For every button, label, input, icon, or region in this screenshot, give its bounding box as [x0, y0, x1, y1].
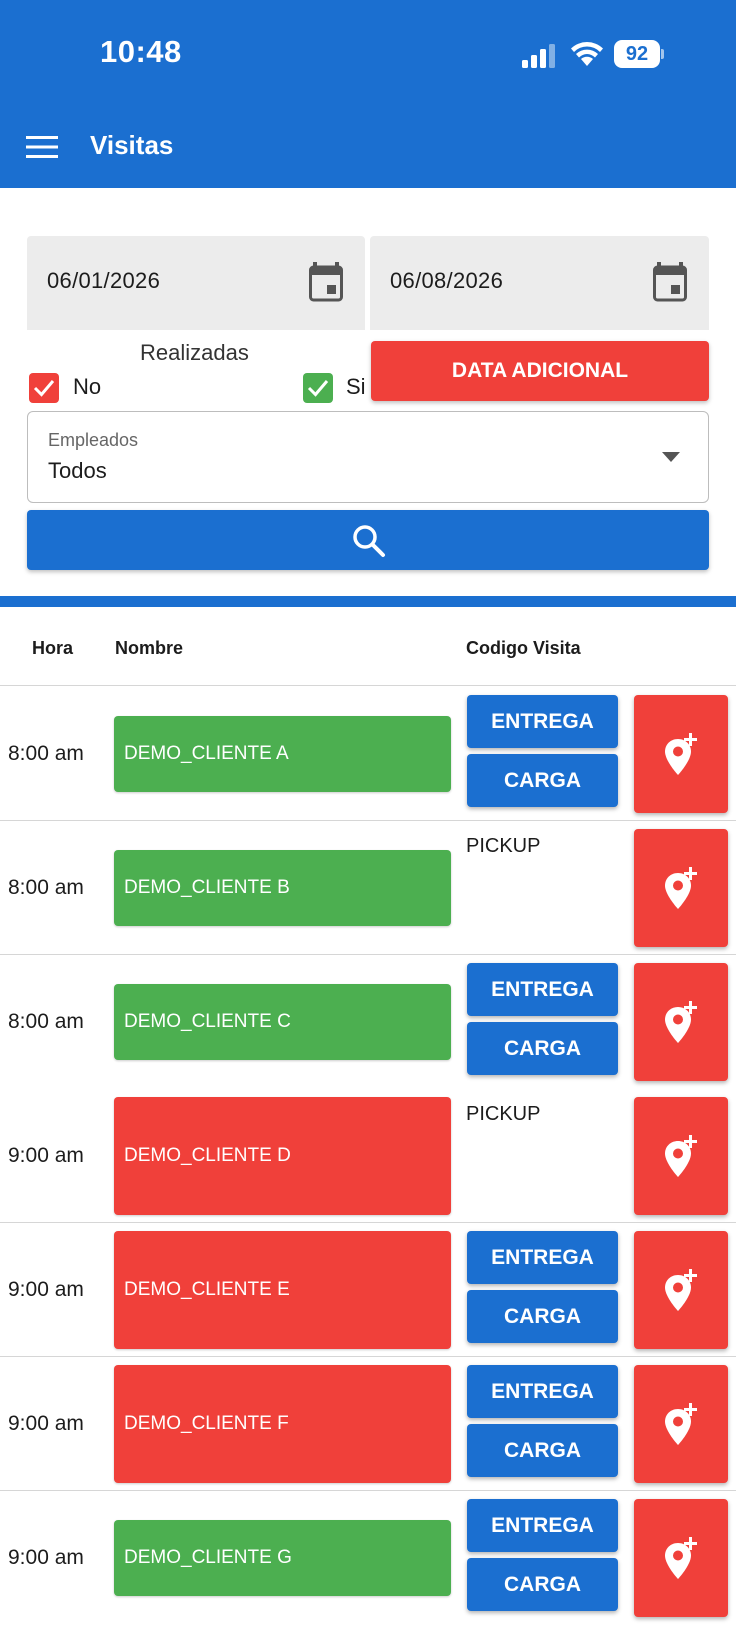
table-row: 9:00 am DEMO_CLIENTE F ENTREGA CARGA	[0, 1357, 736, 1491]
entrega-button[interactable]: ENTREGA	[467, 963, 618, 1016]
check-icon	[307, 380, 329, 397]
add-location-icon	[665, 1537, 697, 1579]
hamburger-menu-icon[interactable]	[26, 135, 58, 159]
row-cliente-button[interactable]: DEMO_CLIENTE C	[114, 984, 451, 1060]
add-location-button[interactable]	[634, 963, 728, 1081]
row-cliente-button[interactable]: DEMO_CLIENTE D	[114, 1097, 451, 1215]
add-location-button[interactable]	[634, 829, 728, 947]
add-location-button[interactable]	[634, 1231, 728, 1349]
table-row: 8:00 am DEMO_CLIENTE A ENTREGA CARGA	[0, 687, 736, 821]
status-time: 10:48	[100, 34, 182, 69]
row-hora: 8:00 am	[8, 742, 84, 765]
page-title: Visitas	[90, 130, 174, 160]
pickup-code: PICKUP	[466, 835, 541, 857]
battery-icon: 92	[614, 40, 664, 68]
add-location-icon	[665, 1269, 697, 1311]
column-header-nombre: Nombre	[115, 638, 184, 658]
start-date-field[interactable]: 06/01/2026	[27, 236, 365, 330]
column-header-codigo: Codigo Visita	[466, 638, 581, 658]
wifi-icon	[571, 42, 603, 66]
carga-button[interactable]: CARGA	[467, 1424, 618, 1477]
checkbox-si-label: Si	[346, 374, 366, 399]
checkbox-no-label: No	[73, 374, 102, 399]
calendar-icon[interactable]	[309, 262, 343, 302]
search-icon	[353, 525, 385, 557]
add-location-button[interactable]	[634, 1365, 728, 1483]
carga-button[interactable]: CARGA	[467, 1022, 618, 1075]
entrega-button[interactable]: ENTREGA	[467, 1365, 618, 1418]
table-row: 9:00 am DEMO_CLIENTE G ENTREGA CARGA	[0, 1491, 736, 1625]
row-hora: 8:00 am	[8, 876, 84, 899]
table-row: 9:00 am DEMO_CLIENTE D PICKUP	[0, 1089, 736, 1223]
checkbox-no[interactable]	[29, 373, 59, 403]
row-cliente-button[interactable]: DEMO_CLIENTE G	[114, 1520, 451, 1596]
row-hora: 9:00 am	[8, 1546, 84, 1569]
table-header: Hora Nombre Codigo Visita	[0, 608, 736, 686]
row-hora: 9:00 am	[8, 1278, 84, 1301]
pickup-code: PICKUP	[466, 1103, 541, 1125]
cellular-signal-icon	[522, 44, 555, 68]
row-hora: 9:00 am	[8, 1412, 84, 1435]
entrega-button[interactable]: ENTREGA	[467, 1231, 618, 1284]
carga-button[interactable]: CARGA	[467, 1290, 618, 1343]
table-row: 8:00 am DEMO_CLIENTE C ENTREGA CARGA	[0, 955, 736, 1089]
start-date-value: 06/01/2026	[47, 268, 161, 293]
carga-button[interactable]: CARGA	[467, 754, 618, 807]
add-location-button[interactable]	[634, 1097, 728, 1215]
battery-tip	[661, 49, 664, 59]
table-row: 9:00 am DEMO_CLIENTE E ENTREGA CARGA	[0, 1223, 736, 1357]
empleados-value: Todos	[48, 458, 107, 483]
section-divider	[0, 596, 736, 607]
add-location-icon	[665, 867, 697, 909]
end-date-value: 06/08/2026	[390, 268, 504, 293]
table-row: 8:00 am DEMO_CLIENTE B PICKUP	[0, 821, 736, 955]
column-header-hora: Hora	[32, 638, 74, 658]
app-bar: 10:48 92 Visitas	[0, 0, 736, 188]
row-cliente-button[interactable]: DEMO_CLIENTE E	[114, 1231, 451, 1349]
entrega-button[interactable]: ENTREGA	[467, 695, 618, 748]
carga-button[interactable]: CARGA	[467, 1558, 618, 1611]
row-cliente-button[interactable]: DEMO_CLIENTE B	[114, 850, 451, 926]
check-icon	[33, 380, 55, 397]
add-location-icon	[665, 1135, 697, 1177]
end-date-field[interactable]: 06/08/2026	[370, 236, 709, 330]
checkbox-si[interactable]	[303, 373, 333, 403]
row-hora: 9:00 am	[8, 1144, 84, 1167]
add-location-icon	[665, 1403, 697, 1445]
realizadas-label: Realizadas	[140, 340, 249, 365]
row-hora: 8:00 am	[8, 1010, 84, 1033]
search-button[interactable]	[27, 510, 709, 570]
dropdown-arrow-icon	[662, 452, 680, 462]
empleados-label: Empleados	[48, 430, 139, 450]
add-location-icon	[665, 1001, 697, 1043]
battery-level: 92	[614, 40, 660, 68]
data-adicional-button[interactable]: DATA ADICIONAL	[371, 341, 709, 401]
row-cliente-button[interactable]: DEMO_CLIENTE A	[114, 716, 451, 792]
row-cliente-button[interactable]: DEMO_CLIENTE F	[114, 1365, 451, 1483]
add-location-icon	[665, 733, 697, 775]
calendar-icon[interactable]	[653, 262, 687, 302]
add-location-button[interactable]	[634, 695, 728, 813]
empleados-select[interactable]: Empleados Todos	[27, 411, 709, 503]
add-location-button[interactable]	[634, 1499, 728, 1617]
entrega-button[interactable]: ENTREGA	[467, 1499, 618, 1552]
